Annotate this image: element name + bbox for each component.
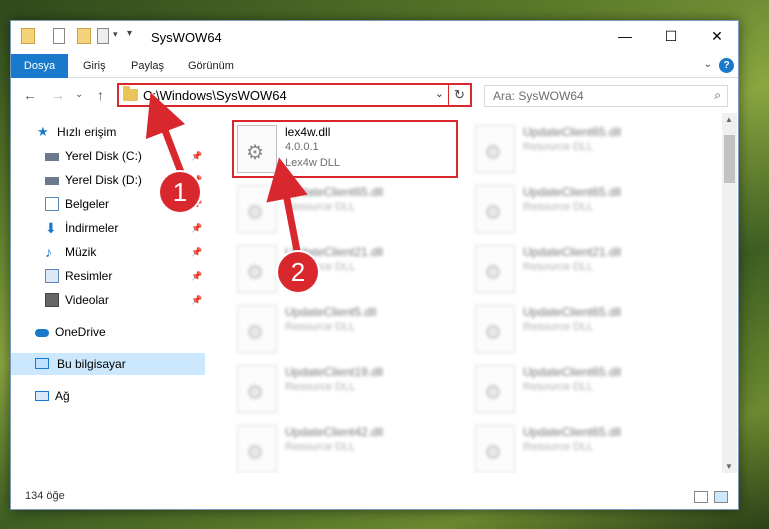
step-2-callout: 2 — [278, 252, 318, 292]
arrow-to-file — [266, 157, 308, 257]
arrow-to-address-bar — [145, 92, 188, 182]
step-1-callout: 1 — [160, 172, 200, 212]
annotation-arrows — [145, 92, 308, 257]
